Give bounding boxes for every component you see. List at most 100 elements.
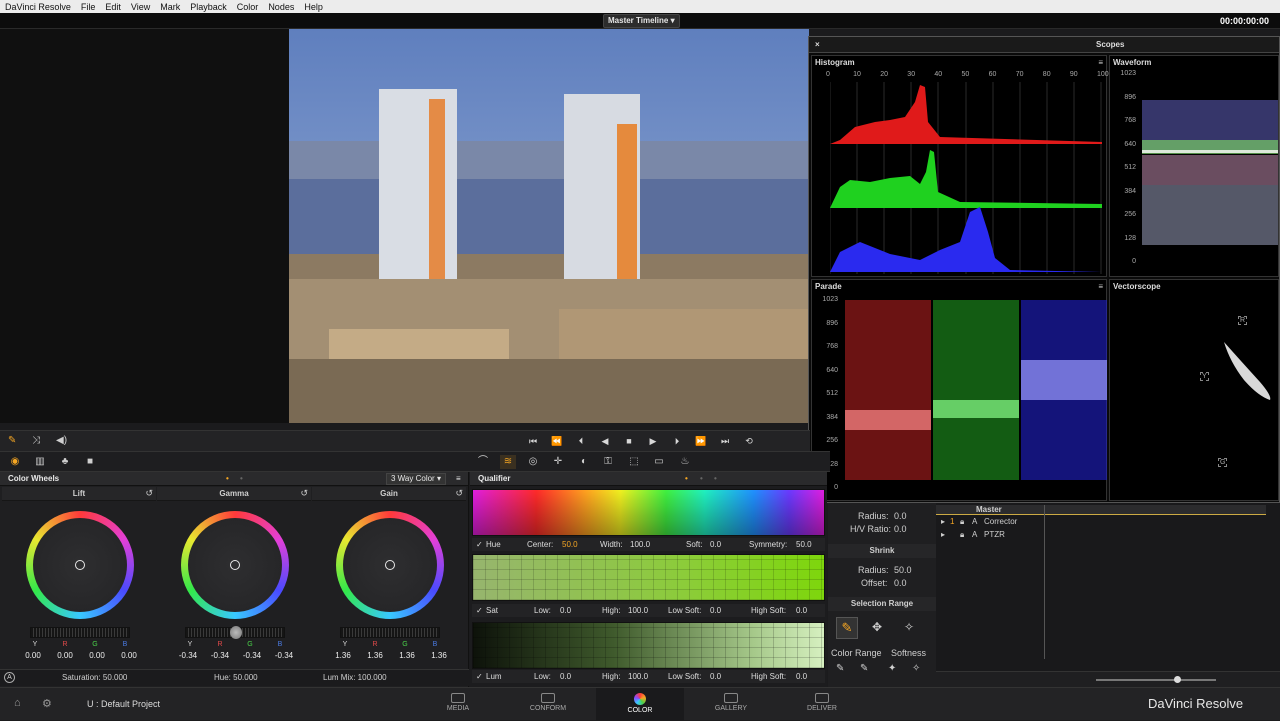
page-dot-icon[interactable]: •: [226, 472, 229, 486]
stop-icon[interactable]: ■: [618, 431, 640, 452]
lift-r-value[interactable]: 0.00: [52, 651, 78, 660]
gain-master-slider[interactable]: [340, 627, 440, 638]
menu-icon[interactable]: ≡: [456, 472, 461, 486]
saturation-value[interactable]: Saturation: 50.000: [62, 673, 127, 682]
video-viewer[interactable]: [289, 29, 809, 423]
gear-icon[interactable]: ⚙: [42, 697, 52, 710]
reset-icon[interactable]: ↺: [145, 488, 153, 499]
page-dot-icon[interactable]: •: [240, 472, 243, 486]
page-media[interactable]: MEDIA: [414, 688, 502, 721]
gamma-wheel[interactable]: [181, 511, 289, 619]
gain-y-value[interactable]: 1.36: [330, 651, 356, 660]
offset-value[interactable]: 0.0: [894, 578, 907, 588]
lum-qualifier-bar[interactable]: [472, 622, 825, 669]
lock-icon[interactable]: 🔒︎: [960, 517, 964, 527]
page-dot-icon[interactable]: •: [685, 472, 688, 486]
reset-icon[interactable]: ↺: [300, 488, 308, 499]
auto-balance-icon[interactable]: A: [4, 672, 15, 683]
lift-g-value[interactable]: 0.00: [84, 651, 110, 660]
a-icon[interactable]: A: [972, 530, 977, 539]
wheel-crosshair[interactable]: [75, 560, 85, 570]
menu-color[interactable]: Color: [232, 2, 264, 12]
menu-help[interactable]: Help: [299, 2, 328, 12]
picker-icon[interactable]: ✎: [836, 617, 858, 639]
sat-qualifier-bar[interactable]: [472, 554, 825, 601]
lum-check[interactable]: ✓: [476, 672, 483, 681]
window-icon[interactable]: ◎: [525, 455, 541, 469]
go-to-end-icon[interactable]: ⏭: [714, 431, 736, 452]
lum-highsoft-value[interactable]: 0.0: [796, 672, 807, 681]
lift-master-slider[interactable]: [30, 627, 130, 638]
menu-edit[interactable]: Edit: [100, 2, 126, 12]
menu-icon[interactable]: ≡: [1098, 58, 1103, 67]
slider-knob[interactable]: [230, 626, 242, 639]
sat-check[interactable]: ✓: [476, 606, 483, 615]
lum-mix-value[interactable]: Lum Mix: 100.000: [323, 673, 387, 682]
sizing-icon[interactable]: ⬚: [626, 455, 642, 469]
curves-icon[interactable]: ⌒: [475, 455, 491, 469]
pencil-icon[interactable]: ✎: [8, 435, 16, 446]
sat-high-value[interactable]: 100.0: [628, 606, 648, 615]
wheel-crosshair[interactable]: [230, 560, 240, 570]
lift-wheel[interactable]: [26, 511, 134, 619]
page-conform[interactable]: CONFORM: [504, 688, 592, 721]
gamma-g-value[interactable]: -0.34: [239, 651, 265, 660]
hue-center-value[interactable]: 50.0: [562, 540, 578, 549]
node-row-ptzr[interactable]: ▸ 🔒︎ A PTZR: [936, 529, 1266, 541]
gain-b-value[interactable]: 1.36: [426, 651, 452, 660]
scopes-window[interactable]: × Scopes Histogram ≡ 0 10 20 30 40 50 60 70 80 90…: [808, 36, 1280, 503]
home-icon[interactable]: ⌂: [14, 697, 21, 709]
prev-frame-icon[interactable]: ⏴: [570, 431, 592, 452]
gamma-b-value[interactable]: -0.34: [271, 651, 297, 660]
radius-value[interactable]: 0.0: [894, 511, 907, 521]
picker-add-icon[interactable]: ✎: [836, 663, 844, 674]
hue-value[interactable]: Hue: 50.000: [214, 673, 258, 682]
page-dot-icon[interactable]: •: [714, 472, 717, 486]
tracker-icon[interactable]: ✛: [550, 455, 566, 469]
picker-subtract-icon[interactable]: ✎: [860, 663, 868, 674]
close-icon[interactable]: ×: [815, 40, 820, 49]
menu-mark[interactable]: Mark: [155, 2, 185, 12]
page-dot-icon[interactable]: •: [700, 472, 703, 486]
expand-icon[interactable]: ▸: [941, 530, 945, 539]
fast-forward-icon[interactable]: ⏩: [690, 431, 712, 452]
page-gallery[interactable]: GALLERY: [687, 688, 775, 721]
hue-width-value[interactable]: 100.0: [630, 540, 650, 549]
radius2-value[interactable]: 50.0: [894, 565, 912, 575]
sat-highsoft-value[interactable]: 0.0: [796, 606, 807, 615]
sat-lowsoft-value[interactable]: 0.0: [710, 606, 721, 615]
menu-app[interactable]: DaVinci Resolve: [0, 2, 76, 12]
sat-low-value[interactable]: 0.0: [560, 606, 571, 615]
menu-view[interactable]: View: [126, 2, 155, 12]
reverse-play-icon[interactable]: ◀: [594, 431, 616, 452]
magic-wand-icon[interactable]: ✧: [904, 620, 914, 634]
hue-qualifier-bar[interactable]: [472, 489, 825, 536]
rewind-icon[interactable]: ⏪: [546, 431, 568, 452]
lift-y-value[interactable]: 0.00: [20, 651, 46, 660]
wheel-mode-dropdown[interactable]: 3 Way Color ▾: [386, 473, 446, 485]
lock-icon[interactable]: 🔒︎: [960, 530, 964, 540]
page-deliver[interactable]: DELIVER: [778, 688, 866, 721]
lum-high-value[interactable]: 100.0: [628, 672, 648, 681]
blur-icon[interactable]: ◐: [576, 455, 592, 469]
camera-icon[interactable]: ■: [82, 455, 98, 469]
volume-icon[interactable]: ◀): [56, 435, 67, 446]
rgb-mixer-icon[interactable]: ♣: [57, 455, 73, 469]
flame-icon[interactable]: ♨: [677, 455, 693, 469]
lum-low-value[interactable]: 0.0: [560, 672, 571, 681]
gain-wheel[interactable]: [336, 511, 444, 619]
play-icon[interactable]: ▶: [642, 431, 664, 452]
softness-subtract-icon[interactable]: ✧: [912, 663, 920, 674]
lum-lowsoft-value[interactable]: 0.0: [710, 672, 721, 681]
playhead-line[interactable]: [1044, 505, 1045, 659]
hue-soft-value[interactable]: 0.0: [710, 540, 721, 549]
wheel-crosshair[interactable]: [385, 560, 395, 570]
qualifier-icon[interactable]: ≋: [500, 455, 516, 469]
gain-r-value[interactable]: 1.36: [362, 651, 388, 660]
3d-icon[interactable]: ▭: [651, 455, 667, 469]
a-icon[interactable]: A: [972, 517, 977, 526]
menu-file[interactable]: File: [76, 2, 101, 12]
reset-icon[interactable]: ↺: [455, 488, 463, 499]
expand-icon[interactable]: ▸: [941, 517, 945, 526]
hue-check[interactable]: ✓: [476, 540, 483, 549]
